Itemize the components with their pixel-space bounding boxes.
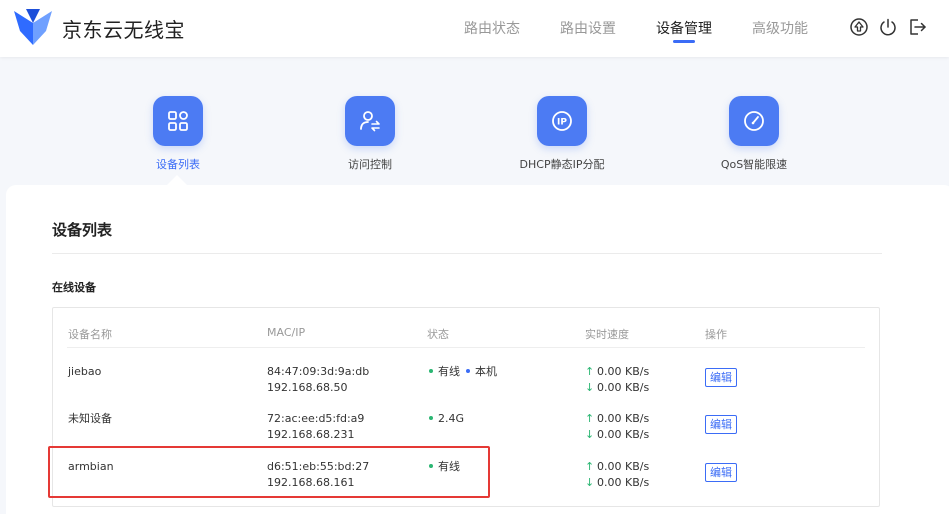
nav-route-settings[interactable]: 路由设置	[560, 18, 616, 38]
speed-cell: ↑ 0.00 KB/s ↓ 0.00 KB/s	[585, 459, 649, 491]
device-name: 未知设备	[68, 412, 112, 425]
upload-speed: 0.00 KB/s	[597, 365, 650, 378]
header-mac-ip: MAC/IP	[267, 326, 306, 339]
nav-advanced[interactable]: 高级功能	[752, 18, 808, 38]
divider	[67, 347, 865, 348]
mac-ip-cell: 72:ac:ee:d5:fd:a9 192.168.68.231	[267, 411, 364, 443]
table-row: 未知设备 72:ac:ee:d5:fd:a9 192.168.68.231 2.…	[53, 411, 881, 459]
edit-button[interactable]: 编辑	[705, 368, 737, 387]
status-label: 2.4G	[438, 412, 465, 425]
card-title: 设备列表	[52, 221, 113, 239]
edit-button[interactable]: 编辑	[705, 463, 737, 482]
upload-arrow-icon: ↑	[585, 460, 595, 473]
header-speed: 实时速度	[585, 328, 629, 341]
ip-icon: IP	[552, 111, 572, 131]
brand-logo	[14, 9, 52, 45]
feature-tile[interactable]	[345, 96, 395, 146]
online-dot-icon	[429, 369, 433, 373]
feature-label: QoS智能限速	[720, 158, 788, 171]
feature-tile[interactable]	[729, 96, 779, 146]
speed-cell: ↑ 0.00 KB/s ↓ 0.00 KB/s	[585, 364, 649, 396]
device-table: 设备名称 MAC/IP 状态 实时速度 操作 jiebao 84:47:09:3…	[52, 307, 880, 507]
device-name: jiebao	[68, 365, 102, 378]
status-label: 有线	[438, 460, 460, 473]
ip-address: 192.168.68.50	[267, 381, 348, 394]
feature-label: DHCP静态IP分配	[519, 158, 605, 171]
ip-address: 192.168.68.231	[267, 428, 355, 441]
header-status: 状态	[427, 328, 449, 341]
status-cell: 有线 本机	[429, 364, 497, 380]
feature-label: 访问控制	[348, 158, 392, 171]
brand-name: 京东云无线宝	[62, 18, 185, 42]
logout-icon[interactable]	[907, 17, 927, 37]
feature-device-list[interactable]: 设备列表	[93, 96, 263, 172]
header-device-name: 设备名称	[68, 328, 112, 341]
nav-active-indicator	[673, 40, 695, 43]
table-row: jiebao 84:47:09:3d:9a:db 192.168.68.50 有…	[53, 364, 881, 412]
feature-label: 设备列表	[156, 158, 200, 171]
download-arrow-icon: ↓	[585, 381, 595, 394]
status-cell: 有线	[429, 459, 460, 475]
device-name: armbian	[68, 460, 114, 473]
upgrade-icon[interactable]	[849, 17, 869, 37]
ip-address: 192.168.68.161	[267, 476, 355, 489]
status-label: 有线	[438, 365, 460, 378]
local-dot-icon	[466, 369, 470, 373]
status-cell: 2.4G	[429, 411, 464, 427]
upload-arrow-icon: ↑	[585, 412, 595, 425]
mac-address: d6:51:eb:55:bd:27	[267, 460, 370, 473]
upload-speed: 0.00 KB/s	[597, 460, 650, 473]
feature-qos[interactable]: QoS智能限速	[669, 96, 839, 172]
mac-address: 72:ac:ee:d5:fd:a9	[267, 412, 365, 425]
section-title: 在线设备	[52, 281, 96, 294]
top-bar: 京东云无线宝 路由状态 路由设置 设备管理 高级功能	[0, 0, 949, 57]
nav-device-management[interactable]: 设备管理	[656, 18, 712, 38]
svg-text:IP: IP	[557, 118, 567, 128]
user-switch-icon	[360, 111, 380, 132]
feature-dhcp-static-ip[interactable]: IP DHCP静态IP分配	[477, 96, 647, 172]
upload-arrow-icon: ↑	[585, 365, 595, 378]
device-list-card: 设备列表 在线设备 设备名称 MAC/IP 状态 实时速度 操作 jiebao …	[6, 185, 949, 514]
download-speed: 0.00 KB/s	[597, 428, 650, 441]
mac-ip-cell: 84:47:09:3d:9a:db 192.168.68.50	[267, 364, 369, 396]
download-speed: 0.00 KB/s	[597, 381, 650, 394]
feature-tile[interactable]: IP	[537, 96, 587, 146]
nav-route-status[interactable]: 路由状态	[464, 18, 520, 38]
mac-address: 84:47:09:3d:9a:db	[267, 365, 370, 378]
download-arrow-icon: ↓	[585, 428, 595, 441]
online-dot-icon	[429, 416, 433, 420]
mac-ip-cell: d6:51:eb:55:bd:27 192.168.68.161	[267, 459, 369, 491]
speedometer-icon	[744, 111, 764, 131]
header-action: 操作	[705, 328, 727, 341]
edit-button[interactable]: 编辑	[705, 415, 737, 434]
status-local-label: 本机	[475, 365, 497, 378]
power-icon[interactable]	[878, 17, 898, 37]
grid-icon	[168, 111, 188, 131]
speed-cell: ↑ 0.00 KB/s ↓ 0.00 KB/s	[585, 411, 649, 443]
feature-access-control[interactable]: 访问控制	[285, 96, 455, 172]
table-row: armbian d6:51:eb:55:bd:27 192.168.68.161…	[53, 459, 881, 507]
download-arrow-icon: ↓	[585, 476, 595, 489]
upload-speed: 0.00 KB/s	[597, 412, 650, 425]
download-speed: 0.00 KB/s	[597, 476, 650, 489]
divider	[52, 253, 882, 254]
feature-tile[interactable]	[153, 96, 203, 146]
online-dot-icon	[429, 464, 433, 468]
